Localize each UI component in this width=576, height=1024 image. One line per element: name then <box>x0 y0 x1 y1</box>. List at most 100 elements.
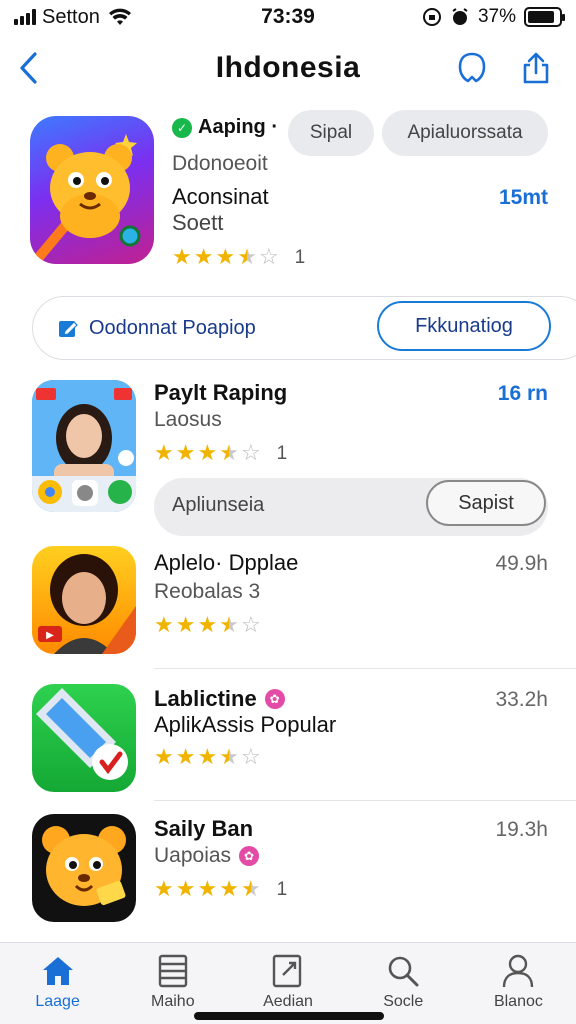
flower-badge-icon: ✿ <box>264 689 285 709</box>
promo-text: Oodonnat Poapiop <box>89 316 256 339</box>
chip-category[interactable]: Apialuorssata <box>382 110 548 156</box>
star-icon: ★ <box>219 744 239 769</box>
share-icon <box>523 52 549 84</box>
battery-icon <box>524 7 565 27</box>
app-title-aplelo-label: Aplelo· Dpplae <box>154 550 299 575</box>
carrier-label: Setton <box>42 5 100 28</box>
app-icon-aplelo[interactable]: ▶ <box>32 546 136 654</box>
bookmark-icon <box>458 52 486 83</box>
flower-badge-icon: ✿ <box>239 846 260 866</box>
star-icon: ★ <box>154 876 174 901</box>
orientation-lock-icon <box>422 8 441 26</box>
star-icon: ★ <box>215 244 236 269</box>
tab-profile[interactable]: Blanoc <box>461 943 576 1024</box>
featured-app-title: Aaping · <box>198 116 278 138</box>
chip-category-label: Apialuorssata <box>407 122 523 143</box>
document-icon <box>272 954 302 988</box>
app-subtitle-saily-label: Uapoias <box>154 844 232 867</box>
app-action-button[interactable]: Sapist <box>426 480 546 526</box>
app-subtitle-paylt: Laosus <box>154 408 222 431</box>
app-icon-paylt[interactable] <box>32 380 136 512</box>
star-icon: ★ <box>175 876 196 901</box>
star-icon: ★ <box>197 612 218 637</box>
app-icon-saily[interactable] <box>32 814 136 922</box>
star-icon: ★ <box>219 876 239 901</box>
app-title-paylt-label: Paylt Raping <box>154 380 288 405</box>
wifi-icon <box>108 8 131 25</box>
portrait-icon: ▶ <box>38 554 136 654</box>
app-rating-lablictine: ★ ★ ★ ★ ☆ <box>154 746 261 768</box>
promo-button-label: Fkkunatiog <box>415 314 513 337</box>
portrait-collage-icon <box>32 380 136 512</box>
tab-list-label: Maiho <box>151 993 195 1010</box>
featured-size: 15mt <box>498 186 548 209</box>
row-divider <box>154 800 576 801</box>
app-title-lablictine[interactable]: Lablictine ✿ <box>154 686 285 712</box>
star-icon: ☆ <box>258 244 279 269</box>
share-button[interactable] <box>516 48 556 88</box>
star-icon: ★ <box>154 744 174 769</box>
featured-app-icon[interactable] <box>30 116 154 264</box>
star-icon: ★ <box>154 440 174 465</box>
app-subtitle-lablictine: AplikAssis Popular <box>154 712 337 737</box>
cartoon-bear-icon <box>35 134 141 261</box>
app-title-paylt[interactable]: Paylt Raping <box>154 380 287 406</box>
tab-home[interactable]: Laage <box>0 943 115 1024</box>
list-icon <box>158 954 187 988</box>
app-rating-saily: ★ ★ ★ ★ ★ 1 <box>154 878 287 900</box>
edit-icon <box>57 317 79 339</box>
star-icon: ★ <box>193 244 214 269</box>
battery-percent: 37% <box>477 6 516 27</box>
app-title-saily[interactable]: Saily Ban <box>154 816 253 842</box>
search-icon <box>388 956 419 987</box>
app-action-pill: Apliunseia Sapist <box>154 478 548 536</box>
signal-icon <box>14 9 36 25</box>
star-icon: ★ <box>172 244 192 269</box>
featured-subtitle-1: Aconsinat <box>172 184 269 209</box>
app-size-saily: 19.3h <box>495 818 548 841</box>
app-action-button-label: Sapist <box>458 491 514 514</box>
tab-document-label: Aedian <box>263 993 313 1010</box>
star-icon: ★ <box>240 876 261 901</box>
star-icon: ☆ <box>240 440 261 465</box>
app-title-lablictine-label: Lablictine <box>154 686 257 711</box>
chip-sipal[interactable]: Sipal <box>288 110 374 156</box>
person-icon <box>503 954 534 988</box>
app-icon-lablictine[interactable] <box>32 684 136 792</box>
svg-text:▶: ▶ <box>46 630 54 641</box>
star-icon: ★ <box>175 440 196 465</box>
cleaner-icon <box>36 688 128 780</box>
nav-bar: Ihdonesia <box>0 40 576 96</box>
promo-bar: Oodonnat Poapiop Fkkunatiog <box>32 296 576 360</box>
alarm-icon <box>452 8 468 25</box>
star-icon: ★ <box>219 612 239 637</box>
chip-sipal-label: Sipal <box>309 122 353 143</box>
star-icon: ★ <box>219 440 239 465</box>
row-divider <box>154 668 576 669</box>
app-title-aplelo[interactable]: Aplelo· Dpplae <box>154 550 298 576</box>
featured-rating: ★ ★ ★ ★ ☆ 1 <box>172 246 305 268</box>
featured-subtitle-2: Soett <box>172 210 224 235</box>
star-icon: ☆ <box>240 612 261 637</box>
app-rating-aplelo: ★ ★ ★ ★ ☆ <box>154 614 261 636</box>
star-icon: ★ <box>197 440 218 465</box>
star-icon: ★ <box>237 244 257 269</box>
star-icon: ★ <box>197 744 218 769</box>
featured-developer: Ddonoeoit <box>172 152 268 175</box>
bookmark-button[interactable] <box>452 48 492 88</box>
app-size-aplelo: 49.9h <box>495 552 548 575</box>
tab-home-label: Laage <box>35 993 80 1010</box>
rating-count: 1 <box>276 878 288 900</box>
verified-badge-icon: ✓ <box>172 117 192 138</box>
app-subtitle-saily: Uapoias ✿ <box>154 844 260 868</box>
featured-app-name[interactable]: ✓ Aaping · <box>172 116 278 139</box>
star-icon: ★ <box>175 744 196 769</box>
rating-count: 1 <box>276 442 288 464</box>
app-rating-paylt: ★ ★ ★ ★ ☆ 1 <box>154 442 287 464</box>
star-icon: ☆ <box>240 744 261 769</box>
app-subtitle-aplelo: Reobalas 3 <box>154 580 261 603</box>
promo-button[interactable]: Fkkunatiog <box>377 301 551 351</box>
tab-search-label: Socle <box>383 993 424 1010</box>
home-indicator <box>194 1012 384 1020</box>
star-icon: ★ <box>175 612 196 637</box>
